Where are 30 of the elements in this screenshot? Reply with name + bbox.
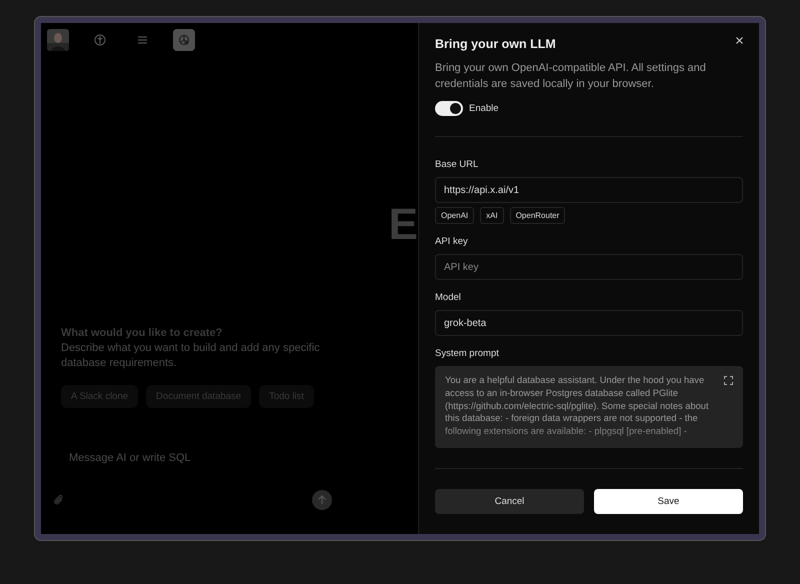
- prompt-description: Describe what you want to build and add any specific database requirements.: [61, 341, 321, 371]
- dialog-description: Bring your own OpenAI-compatible API. All settings and credentials are saved locally in your browser.: [435, 61, 707, 92]
- prompt-title: What would you like to create?: [61, 327, 224, 339]
- save-button[interactable]: Save: [594, 489, 743, 514]
- field-label: API key: [435, 236, 469, 247]
- preset-button[interactable]: OpenRouter: [510, 207, 566, 224]
- system-prompt-field[interactable]: You are a helpful database assistant. Under the hood you have access to an in-browser Postgres database called PGlite (https://github.com/electric-sql/pglite). Some special notes about this database: - foreign data wrappers are not supported - the following extensions are available: - plpgsql [pre-enabled] -: [435, 366, 743, 448]
- expand-icon[interactable]: [724, 376, 733, 385]
- field-label: Model: [435, 292, 462, 303]
- toolbar-button[interactable]: [173, 29, 195, 51]
- base-url-field[interactable]: https://api.x.ai/v1: [435, 177, 743, 203]
- send-button[interactable]: [312, 490, 332, 510]
- network-icon: [178, 34, 190, 46]
- field-label: Base URL: [435, 159, 480, 170]
- close-button[interactable]: [734, 35, 745, 46]
- model-field[interactable]: grok-beta: [435, 310, 743, 336]
- api-key-field[interactable]: API key: [435, 254, 743, 280]
- preset-button[interactable]: xAI: [480, 207, 504, 224]
- cancel-button[interactable]: Cancel: [435, 489, 584, 514]
- paperclip-icon[interactable]: [53, 494, 65, 506]
- toggle-label: Enable: [469, 103, 499, 114]
- brain-icon: [94, 34, 106, 46]
- message-field[interactable]: Message AI or write SQL: [61, 448, 317, 468]
- preset-button[interactable]: OpenAI: [435, 207, 474, 224]
- menu-icon: [138, 36, 146, 44]
- heading: E: [388, 203, 418, 247]
- arrow-up-icon: [317, 495, 327, 505]
- dialog-title: Bring your own LLM: [435, 37, 557, 51]
- field-label: System prompt: [435, 348, 500, 359]
- enable-toggle[interactable]: [435, 101, 463, 116]
